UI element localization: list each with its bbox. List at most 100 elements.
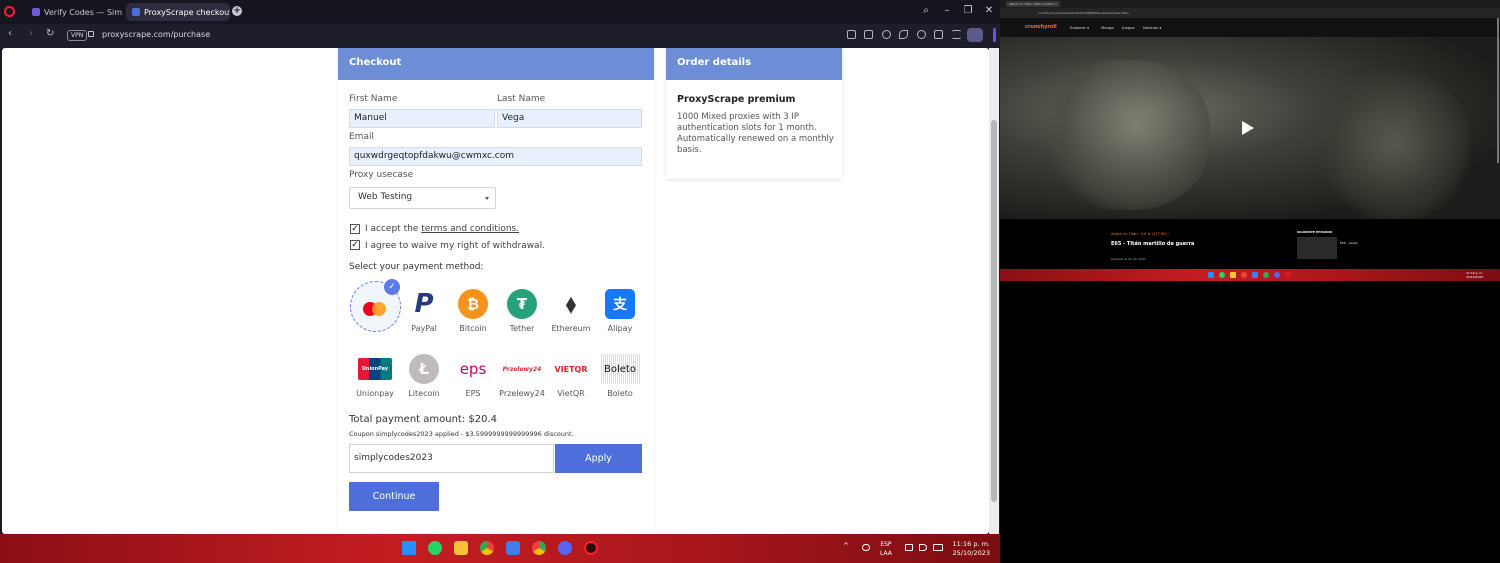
profile-icon[interactable] <box>967 28 983 42</box>
address-bar: ‹ › ↻ VPN proxyscrape.com/purchase <box>0 24 1000 46</box>
payment-bitcoin[interactable]: ₿ Bitcoin <box>448 289 498 333</box>
payment-ethereum[interactable]: ◆ Ethereum <box>546 289 596 334</box>
battery-icon[interactable] <box>933 544 943 551</box>
clock[interactable]: 11:16 p. m. 25/10/2023 <box>950 540 990 558</box>
payment-label: Ethereum <box>551 324 591 333</box>
selected-check-icon: ✓ <box>384 279 400 295</box>
discord-icon[interactable] <box>1274 272 1280 278</box>
episode-date: Lanzado el 21 dic 2021 <box>1111 257 1146 261</box>
discord-icon[interactable] <box>558 541 572 555</box>
payment-vietqr[interactable]: VIETQR VietQR <box>546 354 596 399</box>
chrome-profile-icon[interactable] <box>532 541 546 555</box>
continue-button[interactable]: Continue <box>349 482 439 511</box>
eps-icon: eps <box>459 360 487 378</box>
payment-unionpay[interactable]: UnionPay Unionpay <box>350 354 400 398</box>
nav-manga[interactable]: Manga <box>1101 25 1114 30</box>
email-field[interactable]: quxwdrgeqtopfdakwu@cwmxc.com <box>349 147 642 166</box>
terms-prefix: I accept the <box>365 224 422 234</box>
restore-icon[interactable]: ❐ <box>961 5 975 16</box>
payment-label: PayPal <box>411 324 437 333</box>
camera-icon[interactable] <box>864 30 873 39</box>
secondary-tab[interactable]: Attack on Titan: Titán martillo d <box>1006 1 1060 7</box>
tab-proxyscrape-checkout[interactable]: ProxyScrape checkout <box>126 3 230 21</box>
last-name-field[interactable]: Vega <box>497 109 642 128</box>
shield-icon[interactable] <box>882 30 891 39</box>
nav-games[interactable]: Juegos <box>1122 25 1135 30</box>
usecase-select[interactable]: Web Testing <box>349 187 496 209</box>
proxyscrape-favicon-icon <box>132 8 140 16</box>
sidebar-accent <box>993 28 996 42</box>
scrollbar-thumb[interactable] <box>991 120 997 502</box>
back-icon[interactable]: ‹ <box>8 28 12 39</box>
terms-checkbox[interactable]: ✓ <box>350 224 360 234</box>
order-details-card: Order details ProxyScrape premium 1000 M… <box>666 48 842 179</box>
whatsapp-icon[interactable] <box>1219 272 1225 278</box>
edit-icon[interactable] <box>847 30 856 39</box>
payment-label: Litecoin <box>408 389 440 398</box>
payment-boleto[interactable]: Boleto Boleto <box>595 354 645 398</box>
opera-icon[interactable] <box>1285 272 1291 278</box>
file-explorer-icon[interactable] <box>1230 272 1236 278</box>
tray-chevron-icon[interactable]: ^ <box>843 542 851 550</box>
send-icon[interactable] <box>899 30 908 39</box>
reload-icon[interactable]: ↻ <box>46 28 54 39</box>
store-icon[interactable] <box>506 541 520 555</box>
chrome-icon[interactable] <box>1241 272 1247 278</box>
opera-icon[interactable] <box>584 541 598 555</box>
opera-logo-icon[interactable] <box>4 6 15 17</box>
minimize-icon[interactable]: – <box>940 5 954 16</box>
file-explorer-icon[interactable] <box>454 541 468 555</box>
next-episode-title[interactable]: E66 - Asalto <box>1340 241 1358 245</box>
vpn-badge[interactable]: VPN <box>67 30 88 41</box>
monitor-icon[interactable] <box>905 544 913 551</box>
lock-icon[interactable] <box>88 31 94 37</box>
nav-explore[interactable]: Explorar ▾ <box>1070 25 1089 30</box>
language-indicator[interactable]: ESP LAA <box>880 540 892 558</box>
whatsapp-icon[interactable] <box>428 541 442 555</box>
mastercard-icon-overlap <box>372 302 386 316</box>
apply-button[interactable]: Apply <box>555 444 642 473</box>
secondary-url[interactable]: crunchyroll.com/es/watch/G31UXJ98X/the-w… <box>1038 11 1129 15</box>
payment-label: Boleto <box>607 389 633 398</box>
new-tab-button[interactable]: + <box>232 6 242 16</box>
chrome-icon[interactable] <box>480 541 494 555</box>
checkout-card: Checkout First Name Manuel Last Name Veg… <box>338 48 654 534</box>
payment-label: Przelewy24 <box>499 389 545 398</box>
payment-eps[interactable]: eps EPS <box>448 354 498 398</box>
chevron-down-icon <box>485 197 489 200</box>
chrome-profile-icon[interactable] <box>1263 272 1269 278</box>
url-field[interactable]: proxyscrape.com/purchase <box>102 30 210 39</box>
microphone-icon[interactable] <box>862 544 870 551</box>
payment-litecoin[interactable]: Ł Litecoin <box>399 354 449 398</box>
coupon-input[interactable]: simplycodes2023 <box>349 444 554 473</box>
withdrawal-checkbox[interactable]: ✓ <box>350 240 360 250</box>
heart-icon[interactable] <box>917 30 926 39</box>
play-icon[interactable] <box>1242 121 1254 135</box>
tab-bar: Verify Codes — SimplyCo ProxyScrape chec… <box>0 0 1000 24</box>
menu-icon[interactable] <box>952 30 961 39</box>
windows-start-icon[interactable] <box>402 541 416 555</box>
next-episode-thumbnail[interactable] <box>1297 237 1337 259</box>
tab-label: Verify Codes — SimplyCo <box>44 7 122 17</box>
close-icon[interactable]: ✕ <box>982 5 996 16</box>
nav-news[interactable]: Noticias ▾ <box>1143 25 1161 30</box>
video-frame-figure <box>1320 70 1470 220</box>
tab-verify-codes[interactable]: Verify Codes — SimplyCo <box>26 3 122 21</box>
episode-series[interactable]: Attack on Titan · 4.8 ★ (177.9K) › <box>1111 232 1169 236</box>
first-name-field[interactable]: Manuel <box>349 109 495 128</box>
store-icon[interactable] <box>1252 272 1258 278</box>
secondary-scrollbar[interactable] <box>1497 18 1499 163</box>
payment-tether[interactable]: ₮ Tether <box>497 289 547 333</box>
windows-start-icon[interactable] <box>1208 272 1214 278</box>
forward-icon[interactable]: › <box>29 28 33 39</box>
payment-alipay[interactable]: 支 Alipay <box>595 289 645 333</box>
payment-przelewy24[interactable]: Przelewy24 Przelewy24 <box>497 354 547 399</box>
search-icon[interactable]: ⌕ <box>919 5 933 16</box>
tether-icon: ₮ <box>507 289 537 319</box>
terms-link[interactable]: terms and conditions. <box>421 224 519 234</box>
crunchyroll-logo[interactable]: crunchyroll <box>1025 24 1057 30</box>
payment-paypal[interactable]: P PayPal <box>399 289 449 333</box>
payment-label: Tether <box>509 324 535 333</box>
download-icon[interactable] <box>934 30 943 39</box>
volume-icon[interactable] <box>919 544 927 551</box>
